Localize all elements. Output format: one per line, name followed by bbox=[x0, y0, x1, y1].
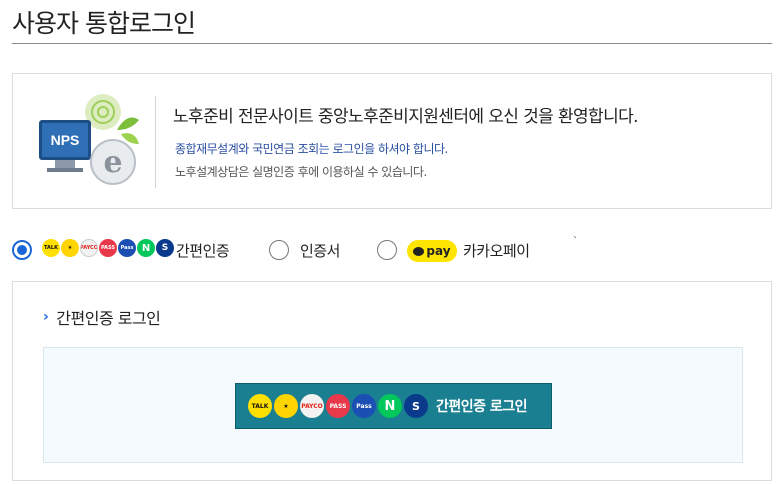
login-method-selector: TALK ★ PAYCO PASS Pass N S 간편인증 인증서 pay … bbox=[12, 236, 772, 262]
shinhan-icon: S bbox=[404, 394, 428, 418]
shinhan-icon: S bbox=[156, 239, 174, 257]
method-label-simple-auth[interactable]: 간편인증 bbox=[176, 240, 230, 261]
welcome-notice-verify: 노후설계상담은 실명인증 후에 이용하실 수 있습니다. bbox=[175, 165, 427, 179]
simple-auth-panel: › 간편인증 로그인 TALK ★ PAYCO PASS Pass N S 간편… bbox=[12, 281, 772, 481]
stray-mark: ` bbox=[573, 236, 578, 247]
naver-icon: N bbox=[378, 394, 402, 418]
svg-text:NPS: NPS bbox=[51, 132, 80, 148]
welcome-box: NPS e 노후준비 전문사이트 중앙노후준비지원센터에 오신 것을 환영합니다… bbox=[12, 73, 772, 209]
kakao-talk-icon: TALK bbox=[42, 239, 60, 257]
samsung-pass-icon: Pass bbox=[352, 394, 376, 418]
payco-icon: PAYCO bbox=[300, 394, 324, 418]
method-label-kakaopay[interactable]: 카카오페이 bbox=[463, 240, 530, 261]
svg-text:e: e bbox=[103, 145, 122, 180]
simple-auth-login-button[interactable]: TALK ★ PAYCO PASS Pass N S 간편인증 로그인 bbox=[235, 383, 552, 429]
button-provider-icons: TALK ★ PAYCO PASS Pass N S bbox=[248, 394, 428, 418]
panel-title-text: 간편인증 로그인 bbox=[56, 309, 161, 328]
panel-title: › 간편인증 로그인 bbox=[43, 305, 161, 329]
nps-logo: NPS e bbox=[39, 94, 139, 185]
toss-icon: ★ bbox=[274, 394, 298, 418]
pass-icon: PASS bbox=[99, 239, 117, 257]
speech-bubble-icon bbox=[413, 246, 425, 256]
title-divider bbox=[12, 43, 772, 44]
kakaopay-badge: pay bbox=[407, 240, 457, 262]
payco-icon: PAYCO bbox=[80, 239, 98, 257]
radio-kakaopay[interactable] bbox=[377, 240, 397, 260]
login-button-label: 간편인증 로그인 bbox=[436, 399, 528, 415]
page-title: 사용자 통합로그인 bbox=[12, 9, 196, 38]
method-label-certificate[interactable]: 인증서 bbox=[300, 240, 340, 261]
welcome-message: 노후준비 전문사이트 중앙노후준비지원센터에 오신 것을 환영합니다. bbox=[173, 107, 639, 127]
radio-certificate[interactable] bbox=[269, 240, 289, 260]
pass-icon: PASS bbox=[326, 394, 350, 418]
naver-icon: N bbox=[137, 239, 155, 257]
radio-simple-auth[interactable] bbox=[12, 240, 32, 260]
toss-icon: ★ bbox=[61, 239, 79, 257]
welcome-notice-login: 종합재무설계와 국민연금 조회는 로그인을 하셔야 합니다. bbox=[175, 142, 448, 156]
welcome-divider bbox=[155, 96, 156, 188]
samsung-pass-icon: Pass bbox=[118, 239, 136, 257]
chevron-right-icon: › bbox=[43, 309, 49, 325]
login-button-area: TALK ★ PAYCO PASS Pass N S 간편인증 로그인 bbox=[43, 347, 743, 463]
provider-icon-strip: TALK ★ PAYCO PASS Pass N S bbox=[42, 239, 174, 261]
kakao-talk-icon: TALK bbox=[248, 394, 272, 418]
